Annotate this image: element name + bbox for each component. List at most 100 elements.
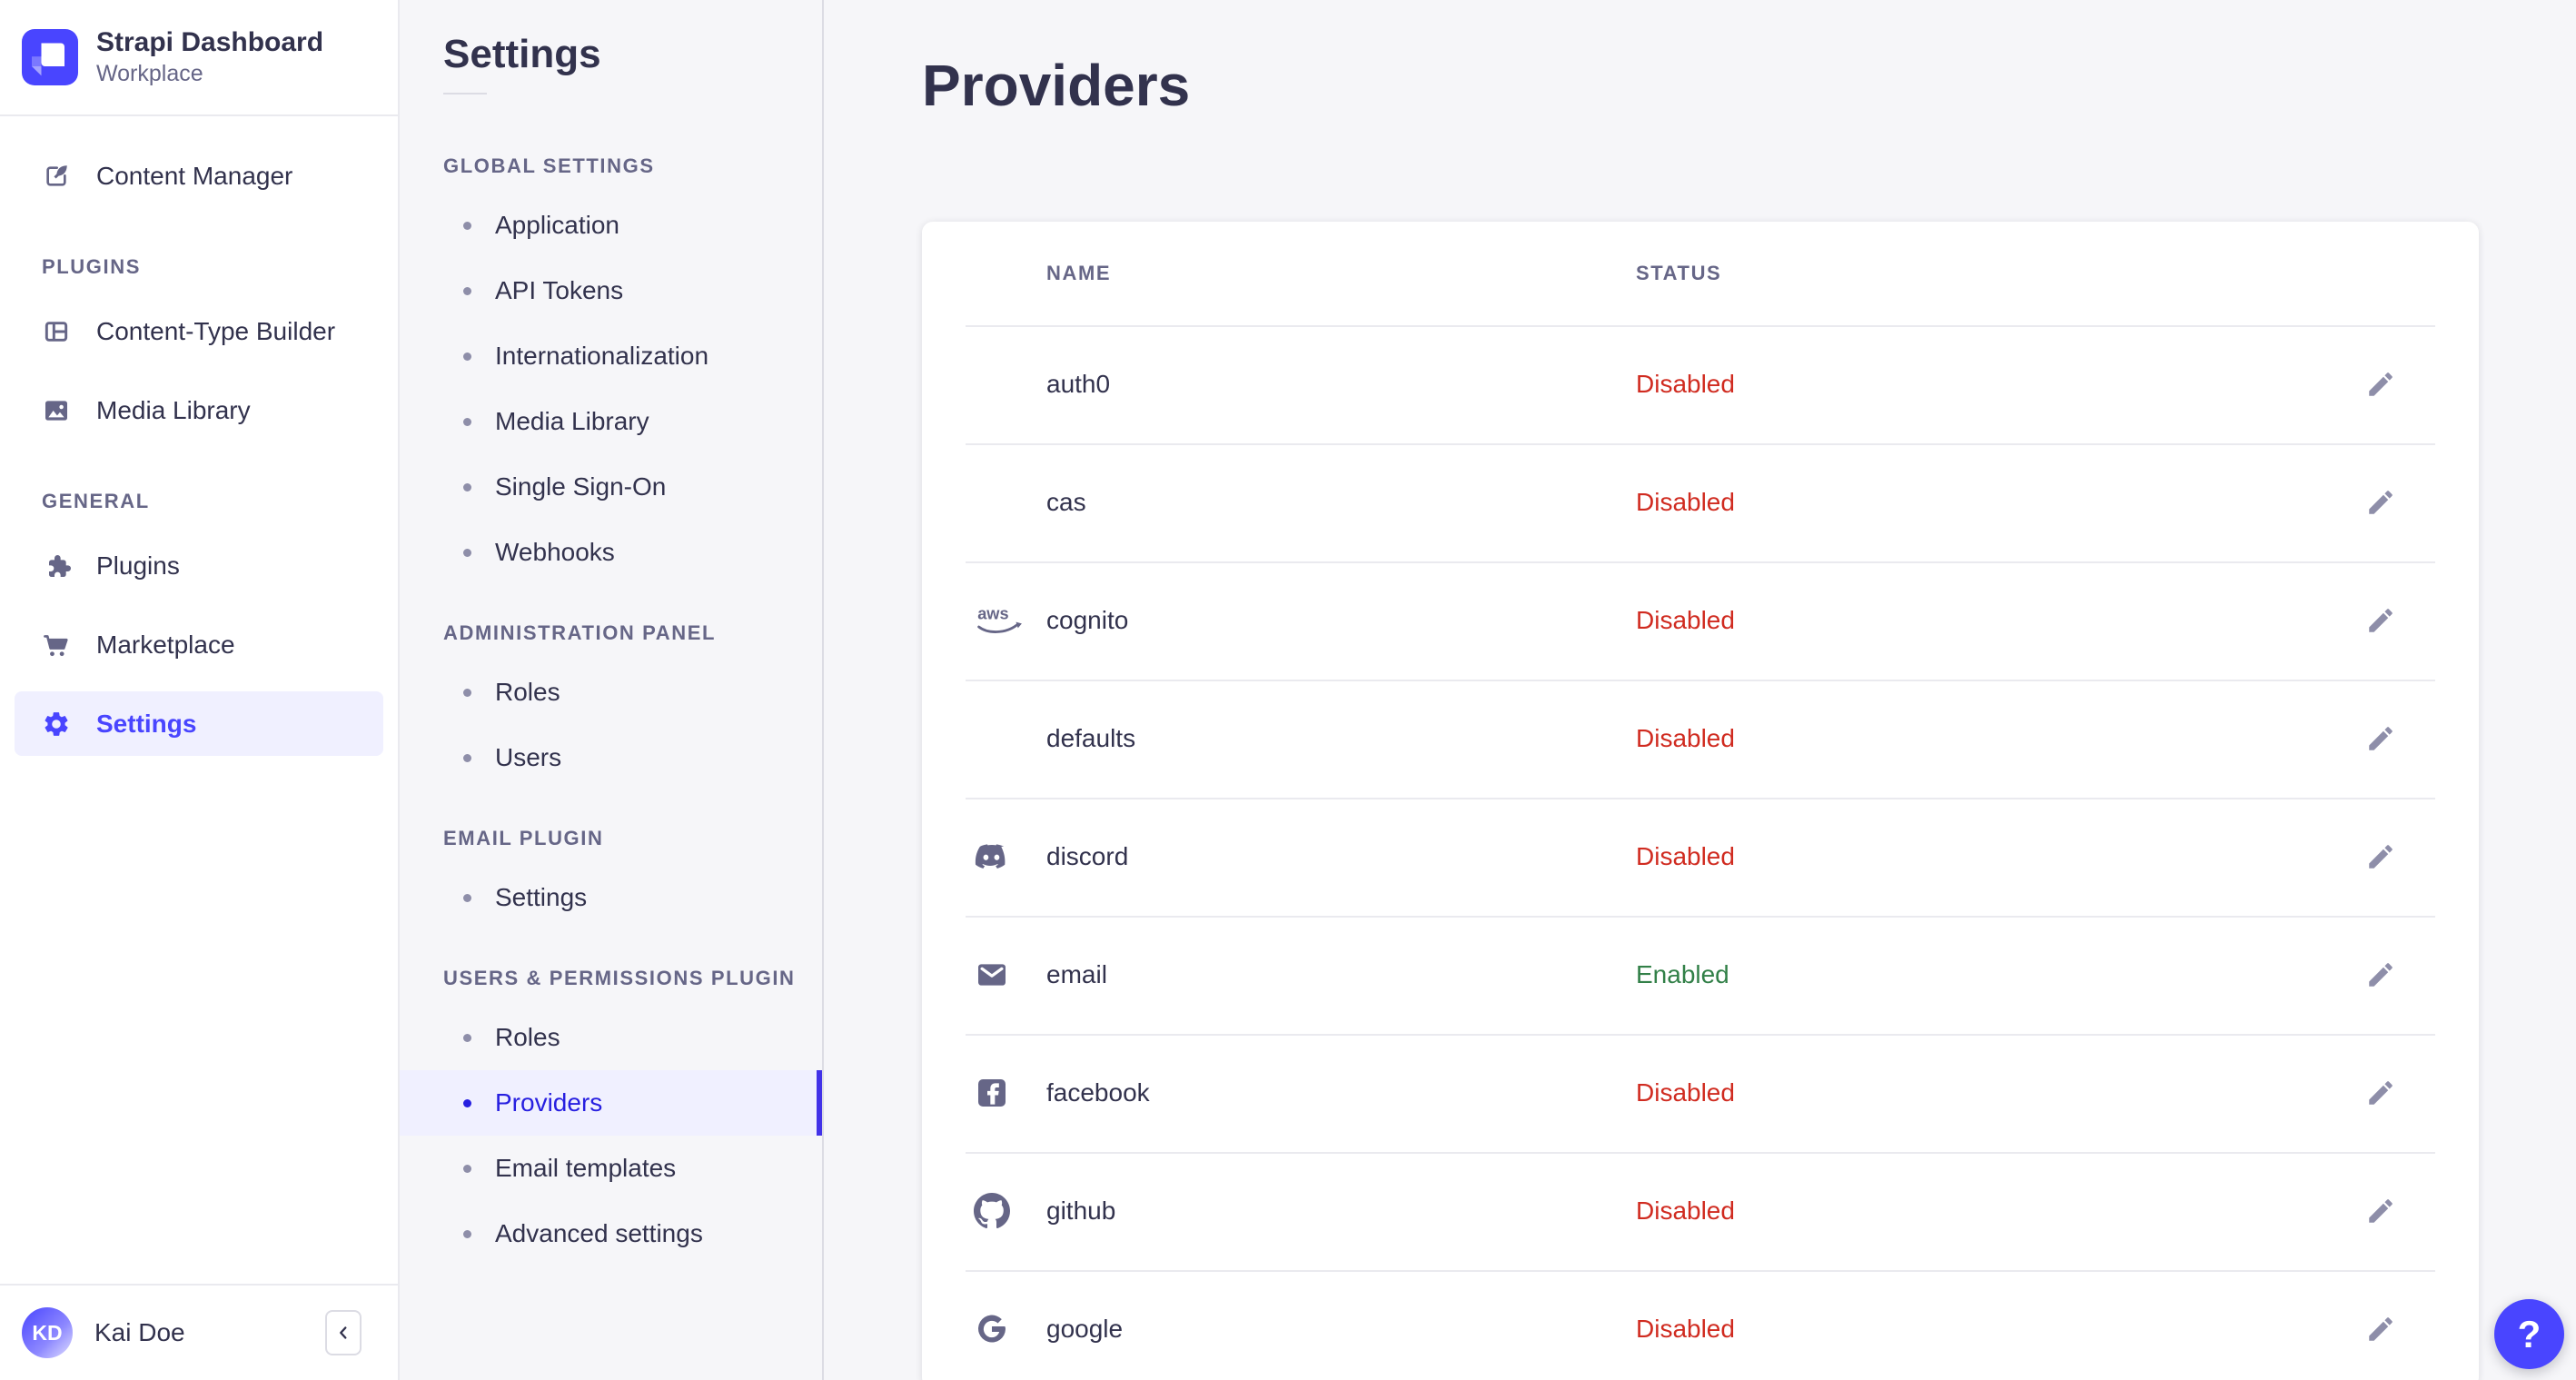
edit-provider-button[interactable]	[2365, 1196, 2396, 1226]
app-title: Strapi Dashboard	[96, 26, 324, 57]
pencil-icon	[2365, 841, 2396, 872]
nav-section-label-general: GENERAL	[42, 490, 150, 512]
sidebar-item-content-type-builder[interactable]: Content-Type Builder	[0, 292, 398, 371]
provider-name: auth0	[1046, 370, 1111, 398]
edit-provider-button[interactable]	[2365, 1077, 2396, 1108]
subnav-item-users[interactable]: Users	[400, 725, 822, 790]
workspace-name: Workplace	[96, 61, 203, 87]
pencil-icon	[2365, 487, 2396, 518]
edit-provider-button[interactable]	[2365, 723, 2396, 754]
subnav-title: Settings	[443, 32, 601, 76]
provider-name: google	[1046, 1315, 1124, 1343]
subnav-item-label: Providers	[495, 1088, 603, 1117]
subnav-item-api-tokens[interactable]: API Tokens	[400, 258, 822, 323]
bullet-dot	[463, 548, 471, 557]
subnav-group-label-users-permissions-plugin: USERS & PERMISSIONS PLUGIN	[443, 967, 796, 989]
subnav-item-label: Application	[495, 211, 619, 239]
chevron-left-icon	[333, 1323, 353, 1343]
edit-provider-button[interactable]	[2365, 369, 2396, 400]
sidebar-footer: KD Kai Doe	[0, 1284, 398, 1380]
pencil-icon	[2365, 369, 2396, 400]
subnav-item-media-library[interactable]: Media Library	[400, 389, 822, 454]
subnav-item-label: Webhooks	[495, 538, 615, 566]
no-icon	[974, 719, 1046, 759]
subnav-item-email-templates[interactable]: Email templates	[400, 1136, 822, 1201]
pencil-icon	[2365, 1196, 2396, 1226]
subnav-item-label: Settings	[495, 883, 588, 911]
bullet-dot	[463, 286, 471, 295]
subnav-group-label-email-plugin: EMAIL PLUGIN	[443, 827, 604, 849]
provider-status: Enabled	[1636, 960, 1729, 988]
subnav-item-single-sign-on[interactable]: Single Sign-On	[400, 454, 822, 520]
provider-status: Disabled	[1636, 724, 1735, 752]
sidebar-item-media-library[interactable]: Media Library	[0, 371, 398, 450]
brand: Strapi Dashboard Workplace	[0, 0, 398, 116]
provider-name: email	[1046, 960, 1107, 988]
main-content: Providers NAME STATUS auth0 Disabled cas Di…	[824, 0, 2576, 1380]
provider-row-defaults: defaults Disabled	[922, 680, 2479, 798]
edit-provider-button[interactable]	[2365, 487, 2396, 518]
providers-table-card: NAME STATUS auth0 Disabled cas Disabled aws c…	[922, 222, 2479, 1380]
subnav-item-label: Email templates	[495, 1154, 677, 1182]
strapi-logo-icon	[22, 29, 78, 85]
subnav-groups: GLOBAL SETTINGS Application API Tokens Inte…	[400, 154, 822, 1266]
provider-row-cas: cas Disabled	[922, 443, 2479, 561]
sidebar-item-content-manager[interactable]: Content Manager	[0, 136, 398, 215]
provider-row-auth0: auth0 Disabled	[922, 325, 2479, 443]
no-icon	[974, 482, 1046, 522]
sidebar-item-label: Marketplace	[96, 630, 235, 659]
edit-provider-button[interactable]	[2365, 1314, 2396, 1345]
github-icon	[974, 1191, 1046, 1231]
subnav-item-roles[interactable]: Roles	[400, 1005, 822, 1070]
subnav-item-advanced-settings[interactable]: Advanced settings	[400, 1201, 822, 1266]
subnav-item-webhooks[interactable]: Webhooks	[400, 520, 822, 585]
pencil-icon	[2365, 1314, 2396, 1345]
plugins-icon	[42, 551, 71, 581]
subnav-item-label: Media Library	[495, 407, 649, 435]
subnav-item-settings[interactable]: Settings	[400, 865, 822, 930]
subnav-item-label: API Tokens	[495, 276, 624, 304]
collapse-sidebar-button[interactable]	[325, 1310, 362, 1355]
help-button[interactable]: ?	[2494, 1299, 2564, 1369]
sidebar-nav: Content Manager PLUGINS Content-Type Buil…	[0, 116, 398, 1284]
provider-status: Disabled	[1636, 488, 1735, 516]
bullet-dot	[463, 688, 471, 697]
provider-row-facebook: facebook Disabled	[922, 1034, 2479, 1152]
sidebar-item-label: Settings	[96, 709, 197, 738]
bullet-dot	[463, 417, 471, 426]
edit-provider-button[interactable]	[2365, 841, 2396, 872]
provider-status: Disabled	[1636, 1078, 1735, 1107]
marketplace-icon	[42, 630, 71, 660]
subnav-divider	[443, 93, 487, 94]
provider-name: cognito	[1046, 606, 1129, 634]
sidebar-item-marketplace[interactable]: Marketplace	[0, 605, 398, 684]
provider-row-google: google Disabled	[922, 1270, 2479, 1380]
sidebar-item-plugins[interactable]: Plugins	[0, 526, 398, 605]
subnav-item-application[interactable]: Application	[400, 193, 822, 258]
edit-provider-button[interactable]	[2365, 959, 2396, 990]
subnav-group-label-administration-panel: ADMINISTRATION PANEL	[443, 621, 717, 644]
subnav-item-label: Internationalization	[495, 342, 709, 370]
edit-provider-button[interactable]	[2365, 605, 2396, 636]
discord-icon	[974, 837, 1046, 877]
provider-name: cas	[1046, 488, 1086, 516]
app-root: Strapi Dashboard Workplace Content Manag…	[0, 0, 2576, 1380]
provider-name: discord	[1046, 842, 1129, 870]
bullet-dot	[463, 753, 471, 762]
subnav-item-providers[interactable]: Providers	[400, 1070, 822, 1136]
provider-row-github: github Disabled	[922, 1152, 2479, 1270]
svg-text:aws: aws	[977, 605, 1008, 623]
google-icon	[974, 1309, 1046, 1349]
media-library-icon	[42, 396, 71, 425]
column-header-name: NAME	[1046, 262, 1112, 284]
column-header-status: STATUS	[1636, 262, 1722, 284]
sidebar-item-settings[interactable]: Settings	[15, 691, 383, 756]
subnav-item-internationalization[interactable]: Internationalization	[400, 323, 822, 389]
pencil-icon	[2365, 959, 2396, 990]
provider-row-discord: discord Disabled	[922, 798, 2479, 916]
sidebar-item-label: Plugins	[96, 551, 180, 580]
content-manager-icon	[42, 162, 71, 191]
subnav-item-label: Single Sign-On	[495, 472, 667, 501]
nav-section-label-plugins: PLUGINS	[42, 255, 141, 278]
subnav-item-roles[interactable]: Roles	[400, 660, 822, 725]
